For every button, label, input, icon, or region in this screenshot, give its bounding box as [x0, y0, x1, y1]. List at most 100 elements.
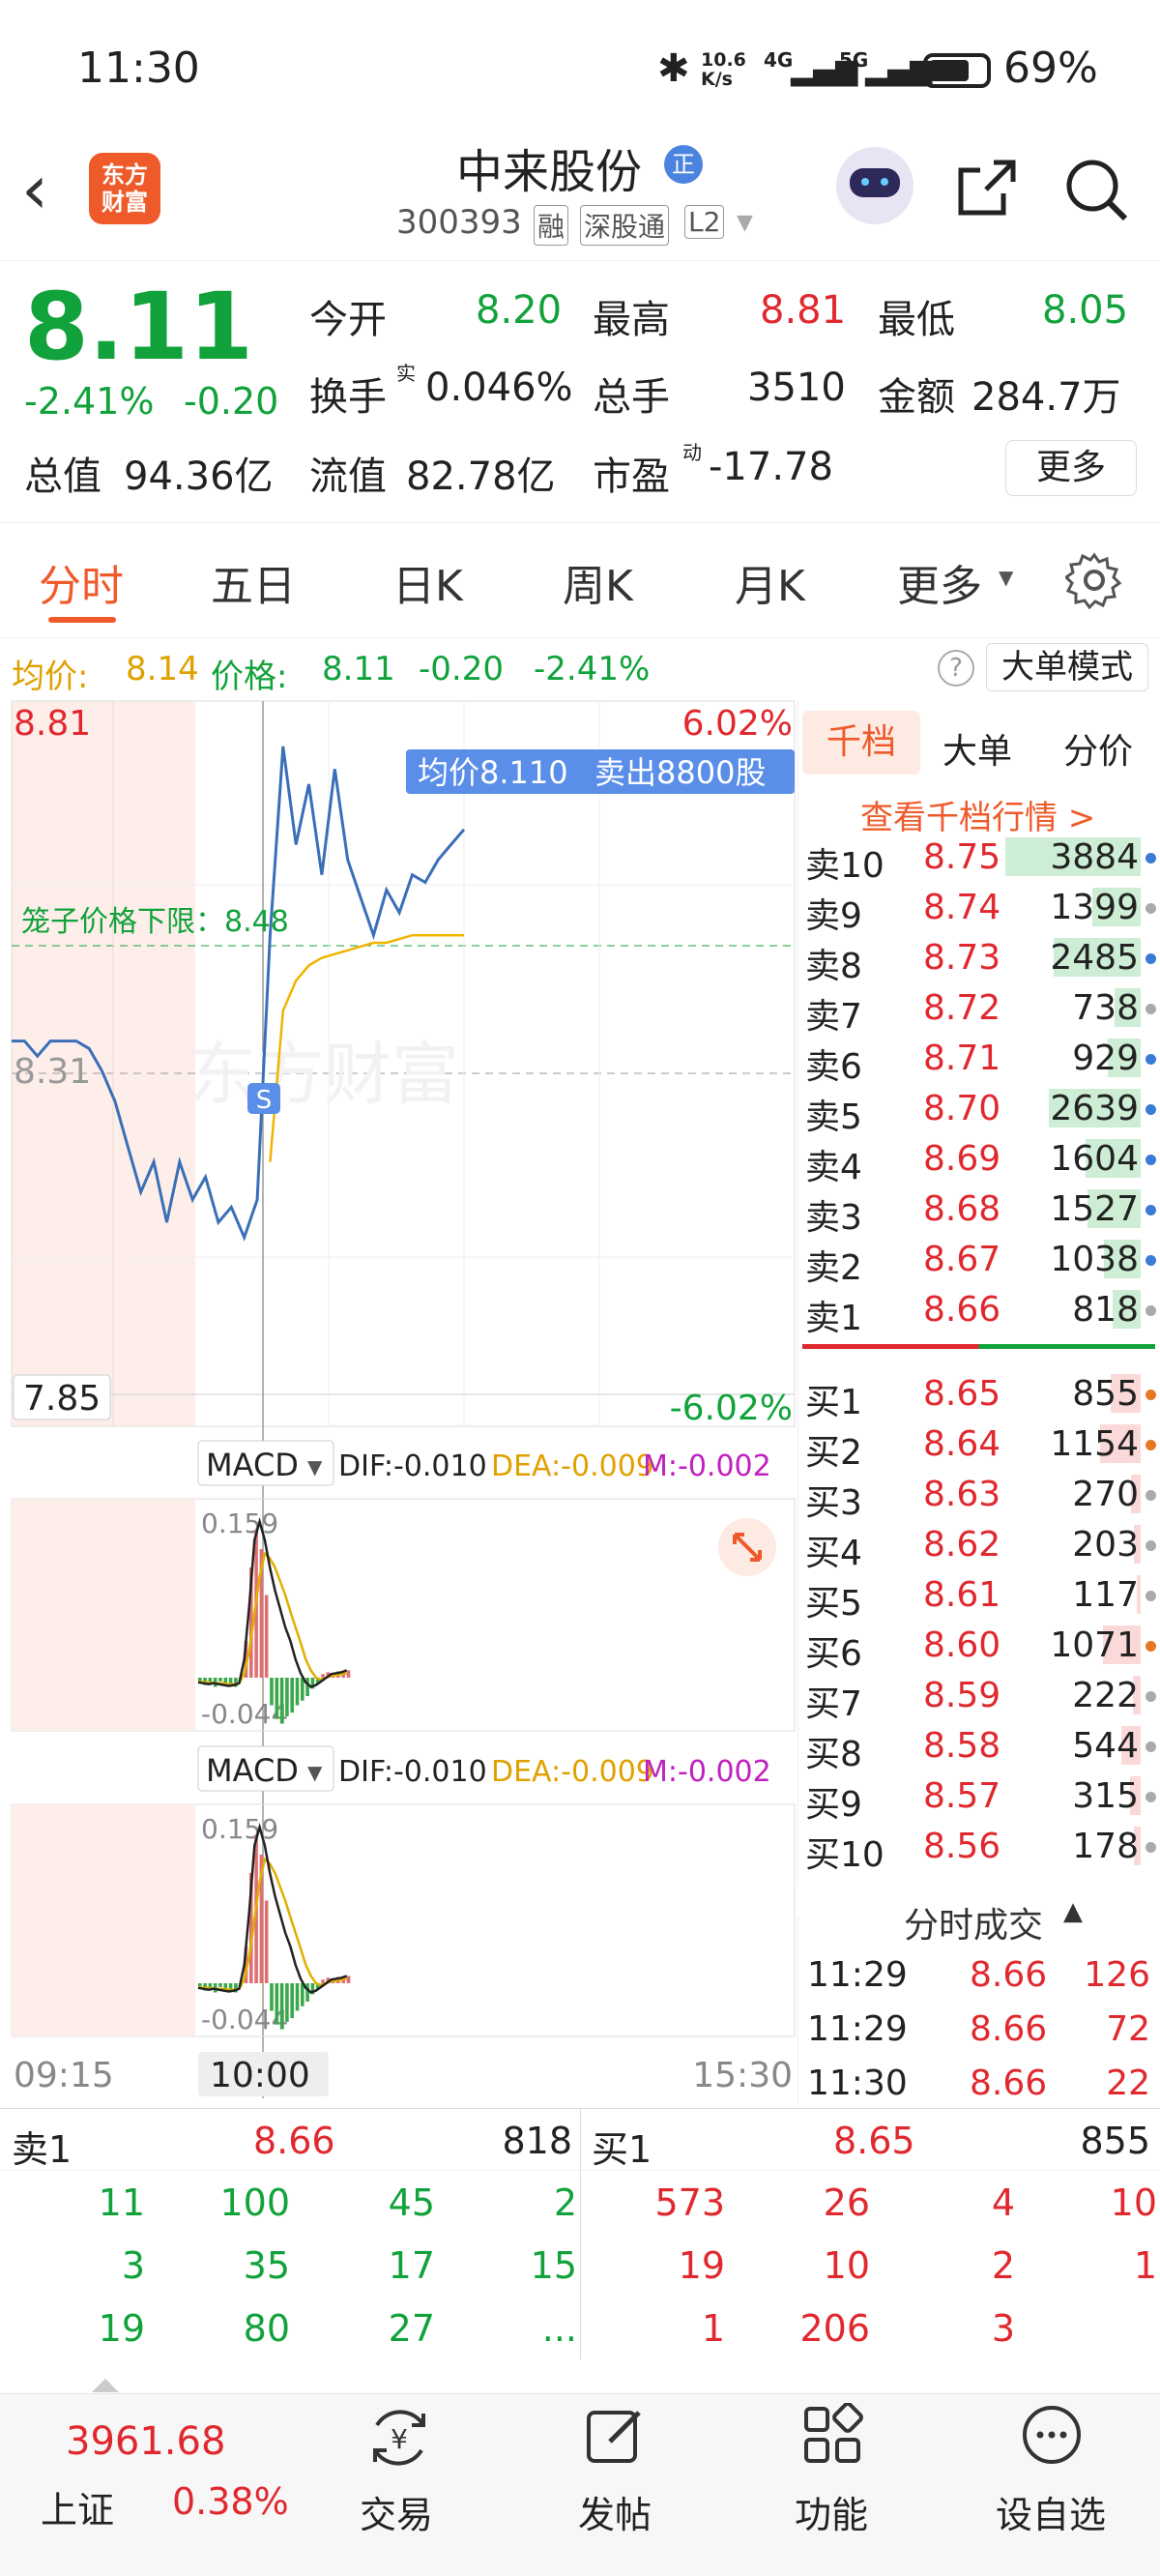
- tab-daily-k[interactable]: 日K: [392, 551, 463, 613]
- stock-header: ‹ 东方 财富 中来股份 正 300393 融 深股通 L2 ▼: [0, 135, 1160, 261]
- trades-collapse-icon[interactable]: ▲: [1063, 1897, 1083, 1926]
- level-dot-icon: [1146, 853, 1156, 864]
- net-4g-label: 4G: [764, 48, 794, 72]
- trade-icon[interactable]: ¥: [365, 2406, 433, 2470]
- queue-order-volume: 10: [823, 2244, 870, 2287]
- ask-vol: 2639: [1050, 1089, 1139, 1128]
- turnover-sup: 实: [396, 362, 416, 385]
- tab-more[interactable]: 更多: [897, 551, 982, 613]
- ask-row[interactable]: 卖3 8.68 1527: [798, 1184, 1160, 1238]
- bid-row[interactable]: 买10 8.56 178: [798, 1821, 1160, 1875]
- chart-area: 东方财富 S 8.81 8.31 6.02% -6.02% 7.85 笼子价格下…: [0, 638, 798, 2147]
- queue-order-volume: 19: [678, 2244, 725, 2287]
- nav-post[interactable]: 发帖: [578, 2485, 652, 2538]
- index-pct[interactable]: 0.38%: [172, 2480, 289, 2523]
- amount-value: 284.7万: [972, 375, 1121, 420]
- macd-bar: [321, 1674, 325, 1678]
- macd-bar: [218, 1678, 222, 1682]
- trade-time: 11:29: [807, 1955, 908, 1995]
- open-value: 8.20: [476, 288, 563, 333]
- ask-price: 8.68: [923, 1189, 1001, 1229]
- bid-price: 8.57: [923, 1776, 1001, 1816]
- nav-trade[interactable]: 交易: [360, 2485, 433, 2538]
- ask-label: 卖7: [805, 997, 862, 1037]
- pct-bottom-label: -6.02%: [670, 1389, 793, 1428]
- tab-thousand-levels[interactable]: 千档: [802, 711, 920, 775]
- bid-price: 8.62: [923, 1525, 1001, 1565]
- bid-row[interactable]: 买5 8.61 117: [798, 1569, 1160, 1624]
- bid-row[interactable]: 买1 8.65 855: [798, 1368, 1160, 1422]
- functions-icon[interactable]: [800, 2403, 864, 2467]
- signal-icon-2: ▂▄▆: [865, 53, 933, 87]
- bid-price: 8.59: [923, 1676, 1001, 1715]
- share-icon[interactable]: [955, 157, 1019, 220]
- add-watchlist-icon[interactable]: [1020, 2403, 1084, 2467]
- cage-limit-label: 笼子价格下限：8.48: [21, 905, 289, 939]
- macd-bar: [279, 1983, 284, 2030]
- back-icon[interactable]: ‹: [21, 150, 48, 229]
- bid-vol: 203: [1072, 1525, 1139, 1565]
- ask-price: 8.70: [923, 1089, 1001, 1128]
- index-name[interactable]: 上证: [41, 2480, 114, 2533]
- queue-order-volume: 1: [701, 2307, 725, 2350]
- bid-price: 8.60: [923, 1625, 1001, 1665]
- bid-row[interactable]: 买2 8.64 1154: [798, 1419, 1160, 1473]
- chevron-down-icon[interactable]: ▼: [737, 211, 753, 235]
- ask-row[interactable]: 卖5 8.70 2639: [798, 1083, 1160, 1137]
- macd-bar: [275, 1678, 279, 1719]
- robot-assistant-icon[interactable]: [836, 147, 914, 224]
- queue-order-volume: 80: [243, 2307, 290, 2350]
- level-dot-icon: [1146, 1390, 1156, 1400]
- large-order-mode-button[interactable]: 大单模式: [986, 643, 1148, 691]
- queue-order-volume: 17: [388, 2244, 435, 2287]
- queue-order-volume: 11: [98, 2181, 145, 2224]
- pe-value: -17.78: [709, 445, 833, 489]
- ask-price: 8.71: [923, 1039, 1001, 1078]
- more-button[interactable]: 更多: [1005, 440, 1137, 496]
- macd-bar: [218, 1983, 222, 1987]
- ask-row[interactable]: 卖6 8.71 929: [798, 1033, 1160, 1087]
- bid-row[interactable]: 买9 8.57 315: [798, 1771, 1160, 1825]
- ask-row[interactable]: 卖8 8.73 2485: [798, 932, 1160, 986]
- bid-row[interactable]: 买8 8.58 544: [798, 1720, 1160, 1774]
- tab-large-orders[interactable]: 大单: [942, 723, 1012, 774]
- post-icon[interactable]: [583, 2403, 647, 2467]
- bid-row[interactable]: 买7 8.59 222: [798, 1670, 1160, 1724]
- change-value: -0.20: [184, 380, 279, 423]
- tab-price-dist[interactable]: 分价: [1063, 723, 1133, 774]
- tab-five-day[interactable]: 五日: [211, 551, 296, 613]
- settings-gear-icon[interactable]: [1065, 551, 1123, 609]
- tab-intraday[interactable]: 分时: [39, 551, 124, 613]
- help-icon[interactable]: ?: [938, 650, 974, 687]
- bid-row[interactable]: 买3 8.63 270: [798, 1469, 1160, 1523]
- ask-row[interactable]: 卖1 8.66 818: [798, 1284, 1160, 1338]
- macd-bar: [285, 1678, 289, 1716]
- ask-row[interactable]: 卖7 8.72 738: [798, 982, 1160, 1037]
- ask-row[interactable]: 卖4 8.69 1604: [798, 1133, 1160, 1187]
- ask-row[interactable]: 卖2 8.67 1038: [798, 1234, 1160, 1288]
- bid-row[interactable]: 买4 8.62 203: [798, 1519, 1160, 1573]
- ask-label: 卖10: [805, 846, 884, 886]
- search-icon[interactable]: [1063, 157, 1131, 224]
- trades-title[interactable]: 分时成交: [904, 1897, 1043, 1947]
- macd-bar: [301, 1678, 304, 1701]
- nav-functions[interactable]: 功能: [795, 2485, 868, 2538]
- index-value[interactable]: 3961.68: [66, 2419, 225, 2464]
- intraday-chart[interactable]: 东方财富 S 8.81 8.31 6.02% -6.02% 7.85 笼子价格下…: [0, 638, 798, 2147]
- ask-row[interactable]: 卖9 8.74 1399: [798, 882, 1160, 936]
- bid-row[interactable]: 买6 8.60 1071: [798, 1620, 1160, 1674]
- amount-label: 金额: [878, 375, 955, 420]
- tab-monthly-k[interactable]: 月K: [735, 551, 805, 613]
- nav-add-watchlist[interactable]: 设自选: [996, 2485, 1106, 2538]
- bid-vol: 178: [1072, 1827, 1139, 1866]
- index-expand-arrow-icon[interactable]: [92, 2379, 119, 2392]
- queue-ask-label: 卖1: [12, 2128, 72, 2171]
- app-logo[interactable]: 东方 财富: [89, 153, 160, 224]
- battery-pct: 69%: [1003, 44, 1098, 93]
- ask-row[interactable]: 卖10 8.75 3884: [798, 832, 1160, 886]
- ask-price: 8.72: [923, 988, 1001, 1028]
- quote-panel: 8.11 -2.41% -0.20 今开 8.20 最高 8.81 最低 8.0…: [0, 261, 1160, 522]
- macd-bar: [346, 1670, 351, 1678]
- tab-weekly-k[interactable]: 周K: [563, 551, 633, 613]
- bid-vol: 117: [1072, 1575, 1139, 1615]
